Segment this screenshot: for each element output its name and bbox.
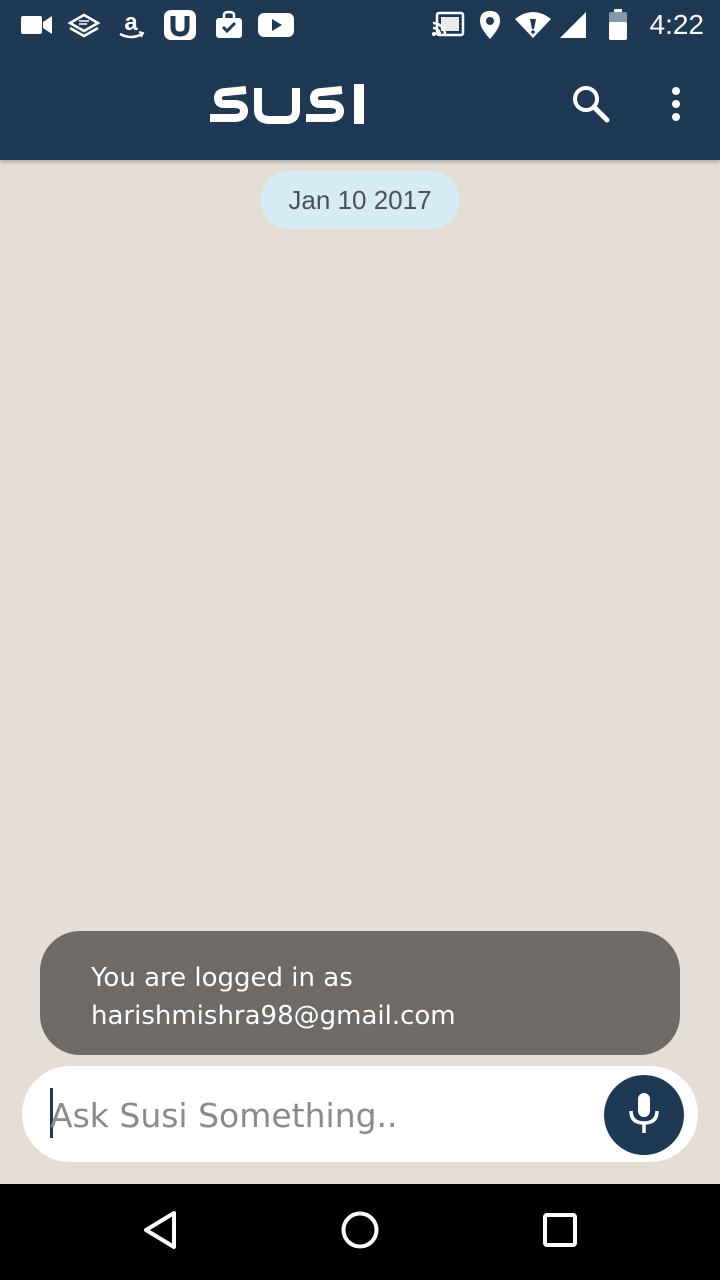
susi-logo (210, 84, 364, 124)
location-icon (478, 10, 502, 40)
recents-button[interactable] (530, 1202, 590, 1262)
more-options-button[interactable] (648, 78, 704, 134)
login-toast: You are logged in as harishmishra98@gmai… (40, 931, 680, 1055)
youtube-icon (258, 10, 294, 40)
search-button[interactable] (563, 78, 619, 134)
mic-button[interactable] (604, 1075, 684, 1155)
svg-text:a: a (124, 10, 138, 36)
home-icon (340, 1210, 380, 1255)
battery-icon (606, 9, 630, 40)
signal-icon (558, 10, 588, 40)
app-bar (0, 52, 720, 160)
home-button[interactable] (330, 1202, 390, 1262)
u-app-icon (163, 10, 197, 40)
date-chip: Jan 10 2017 (260, 171, 460, 229)
cast-icon (430, 10, 466, 40)
stack-icon (66, 10, 102, 40)
more-vert-icon (670, 86, 682, 127)
search-icon (572, 85, 610, 128)
clock: 4:22 (649, 9, 705, 40)
back-icon (142, 1210, 178, 1255)
recents-icon (542, 1212, 578, 1253)
message-input[interactable] (50, 1086, 590, 1144)
amazon-icon: a (116, 10, 146, 40)
back-button[interactable] (130, 1202, 190, 1262)
video-camera-icon (20, 10, 54, 40)
mic-icon (627, 1091, 661, 1140)
toast-line-1: You are logged in as (91, 963, 353, 993)
toast-line-2: harishmishra98@gmail.com (91, 1001, 456, 1031)
status-bar: a 4:22 (0, 0, 720, 52)
wifi-icon (514, 10, 552, 40)
message-input-bar (22, 1066, 698, 1162)
shopping-bag-icon (213, 10, 245, 40)
navigation-bar (0, 1184, 720, 1280)
app-screen: a 4:22 Jan 10 2017 You are logged in as … (0, 0, 720, 1280)
